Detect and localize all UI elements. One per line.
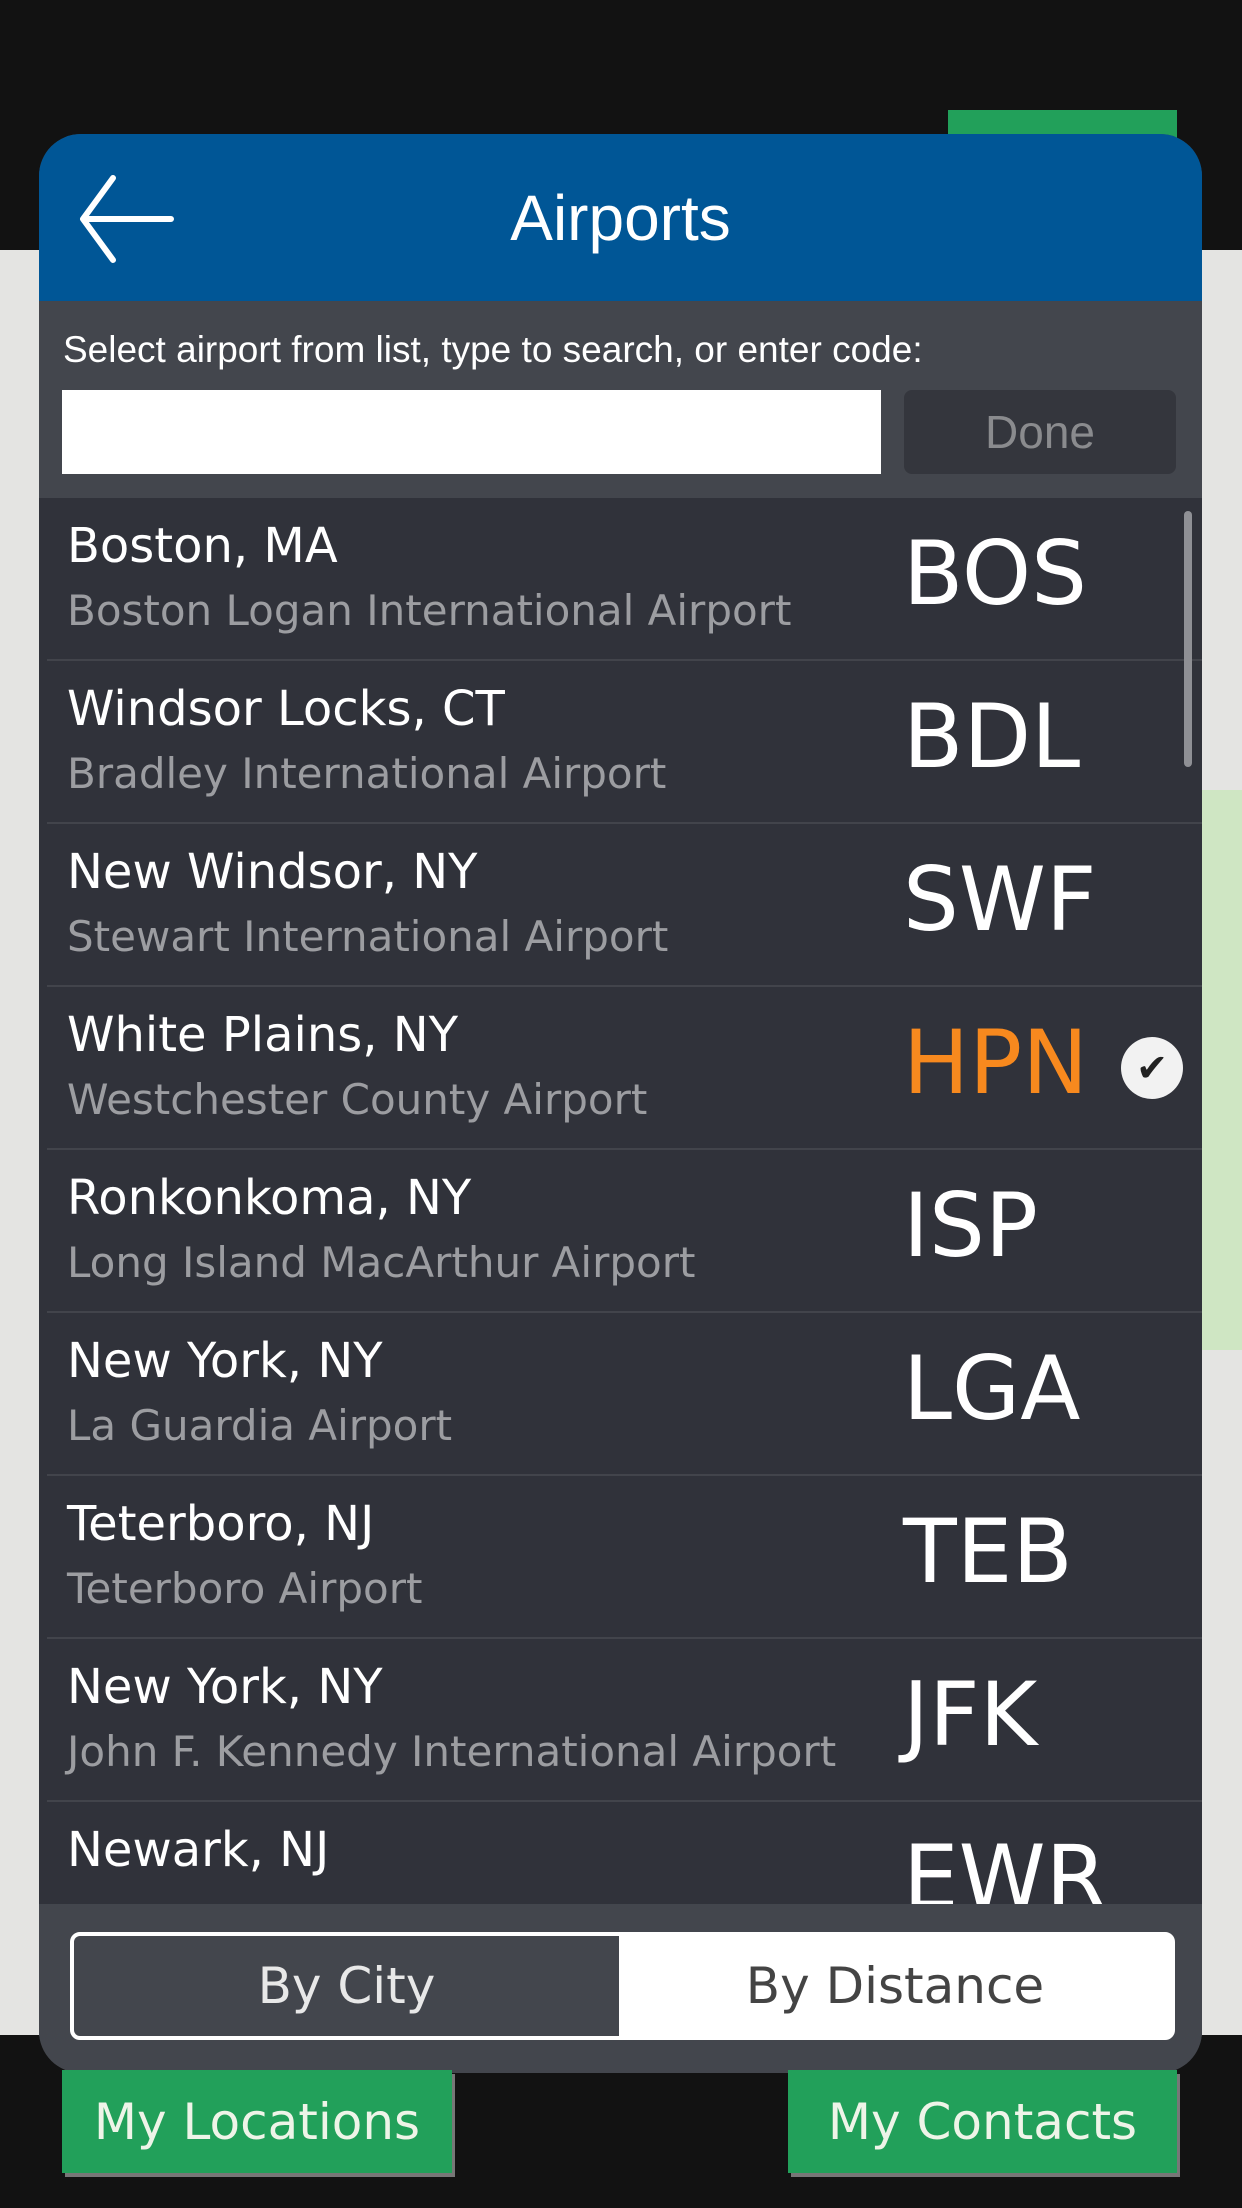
- airport-row[interactable]: White Plains, NY Westchester County Airp…: [47, 987, 1202, 1150]
- airport-row[interactable]: Ronkonkoma, NY Long Island MacArthur Air…: [47, 1150, 1202, 1313]
- airport-code: TEB: [903, 1500, 1073, 1603]
- airport-row[interactable]: New York, NY John F. Kennedy Internation…: [47, 1639, 1202, 1802]
- airport-code: JFK: [903, 1663, 1038, 1766]
- sort-bar: By City By Distance: [39, 1904, 1202, 2073]
- sort-segmented-control: By City By Distance: [70, 1932, 1175, 2040]
- airport-code: LGA: [903, 1337, 1081, 1440]
- airport-name: Stewart International Airport: [67, 912, 669, 961]
- airport-name: Teterboro Airport: [67, 1564, 423, 1613]
- airport-city: New Windsor, NY: [67, 844, 478, 900]
- list-scrollbar[interactable]: [1184, 511, 1192, 767]
- airport-row[interactable]: New York, NY La Guardia Airport LGA: [47, 1313, 1202, 1476]
- airport-name: John F. Kennedy International Airport: [67, 1727, 837, 1776]
- airport-city: Ronkonkoma, NY: [67, 1170, 472, 1226]
- airport-name: La Guardia Airport: [67, 1401, 453, 1450]
- checkmark-icon: ✔: [1121, 1037, 1183, 1099]
- airport-city: Boston, MA: [67, 518, 338, 574]
- airport-city: New York, NY: [67, 1333, 383, 1389]
- airport-row[interactable]: Boston, MA Boston Logan International Ai…: [47, 498, 1202, 661]
- my-locations-button[interactable]: My Locations: [62, 2070, 452, 2173]
- done-button[interactable]: Done: [904, 390, 1176, 474]
- airport-name: Boston Logan International Airport: [67, 586, 792, 635]
- my-contacts-button[interactable]: My Contacts: [788, 2070, 1177, 2173]
- airports-dialog: Airports Select airport from list, type …: [39, 134, 1202, 2073]
- airport-search-input[interactable]: [62, 390, 881, 474]
- airport-name: Long Island MacArthur Airport: [67, 1238, 696, 1287]
- search-instruction: Select airport from list, type to search…: [63, 329, 923, 370]
- airport-city: Teterboro, NJ: [67, 1496, 375, 1552]
- sort-by-distance-button[interactable]: By Distance: [619, 1936, 1171, 2036]
- airport-list[interactable]: Boston, MA Boston Logan International Ai…: [39, 498, 1202, 2038]
- airport-row[interactable]: Windsor Locks, CT Bradley International …: [47, 661, 1202, 824]
- airport-row[interactable]: Teterboro, NJ Teterboro Airport TEB: [47, 1476, 1202, 1639]
- airport-row[interactable]: New Windsor, NY Stewart International Ai…: [47, 824, 1202, 987]
- sort-by-city-button[interactable]: By City: [74, 1936, 619, 2036]
- airport-city: White Plains, NY: [67, 1007, 459, 1063]
- search-row: Done: [39, 390, 1202, 498]
- airport-city: Newark, NJ: [67, 1822, 330, 1878]
- back-button[interactable]: [77, 174, 177, 264]
- dialog-header: Airports: [39, 134, 1202, 301]
- airport-city: Windsor Locks, CT: [67, 681, 505, 737]
- airport-name: Bradley International Airport: [67, 749, 667, 798]
- arrow-left-icon: [80, 175, 174, 263]
- airport-code: BOS: [903, 522, 1087, 625]
- airport-code: BDL: [903, 685, 1081, 788]
- airport-code: SWF: [903, 848, 1097, 951]
- dialog-title: Airports: [510, 181, 731, 254]
- airport-city: New York, NY: [67, 1659, 383, 1715]
- airport-code: HPN: [903, 1011, 1089, 1114]
- airport-code: ISP: [903, 1174, 1038, 1277]
- airport-name: Westchester County Airport: [67, 1075, 648, 1124]
